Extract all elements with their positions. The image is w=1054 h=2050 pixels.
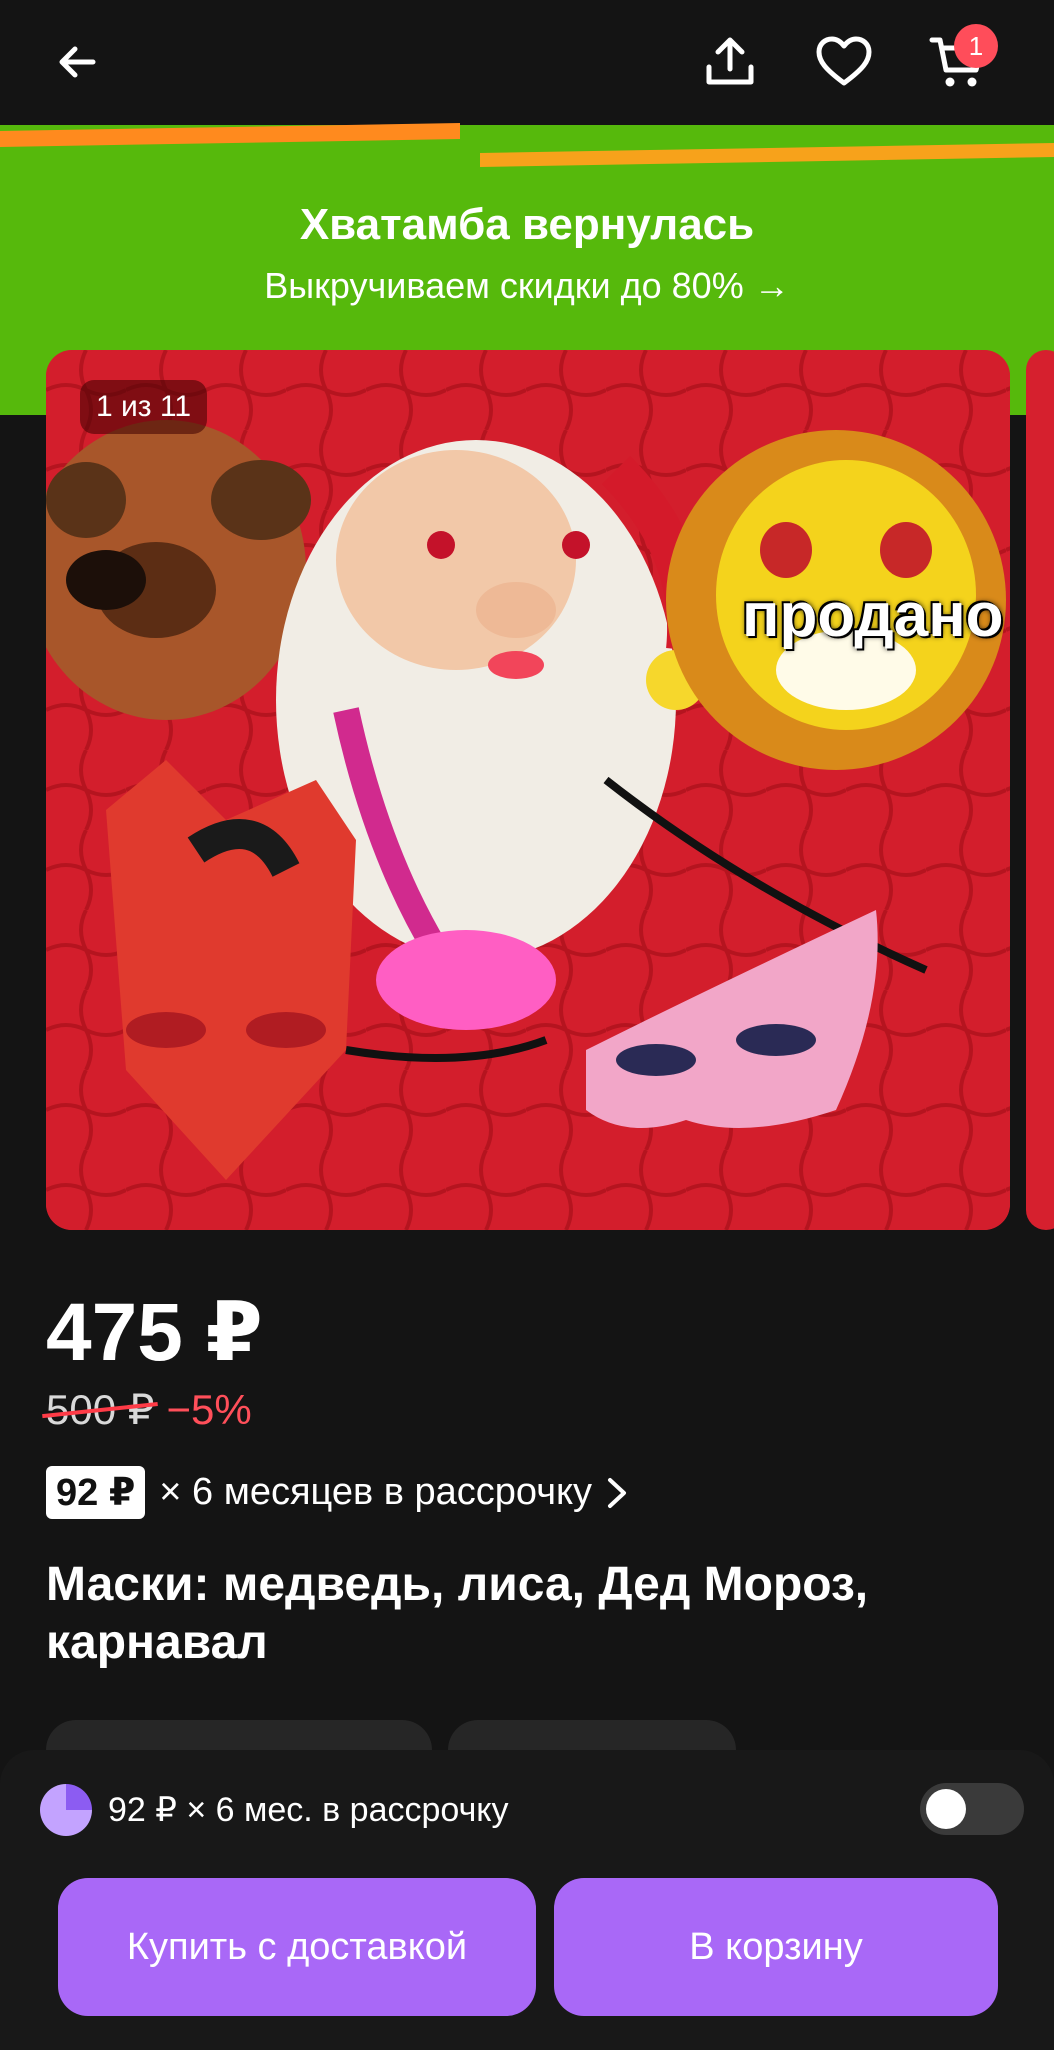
heart-icon [816, 36, 872, 86]
banner-subtitle-link[interactable]: Выкручиваем скидки до 80% → [0, 265, 1054, 307]
image-counter: 1 из 11 [80, 380, 208, 434]
banner-title: Хватамба вернулась [299, 200, 755, 249]
product-image[interactable] [46, 350, 1010, 1230]
arrow-left-icon [59, 46, 96, 78]
installment-toggle[interactable] [920, 1783, 1024, 1835]
installment-summary-text: 92 ₽ × 6 мес. в рассрочку [108, 1791, 509, 1829]
back-button[interactable] [38, 22, 118, 102]
share-icon [706, 37, 754, 85]
installment-pie-icon [40, 1784, 92, 1836]
favorite-button[interactable] [804, 22, 884, 102]
installment-link[interactable]: 92 ₽ × 6 месяцев в рассрочку [46, 1466, 632, 1519]
add-to-cart-button[interactable]: В корзину [554, 1878, 998, 2016]
next-image-peek[interactable] [1026, 350, 1054, 1230]
sold-overlay-text: продано [742, 581, 1004, 650]
buy-with-delivery-button[interactable]: Купить с доставкой [58, 1878, 536, 2016]
share-button[interactable] [690, 22, 770, 102]
product-title: Маски: медведь, лиса, Дед Мороз, карнава… [46, 1558, 869, 1669]
chevron-right-icon [608, 1477, 627, 1508]
pink-feather [376, 930, 556, 1030]
installment-text: × 6 месяцев в рассрочку [159, 1471, 593, 1513]
cart-count-badge: 1 [954, 24, 998, 68]
installment-summary-row: 92 ₽ × 6 мес. в рассрочку [40, 1778, 1020, 1842]
top-bar: 1 [0, 0, 1054, 130]
old-price-row: 500 ₽ −5% [46, 1385, 252, 1434]
installment-amount: 92 ₽ [46, 1466, 146, 1519]
discount-badge: −5% [166, 1386, 252, 1433]
toggle-knob [926, 1789, 966, 1829]
current-price: 475 ₽ [46, 1287, 263, 1378]
masks-photo [46, 350, 1010, 1230]
old-price: 500 ₽ [46, 1386, 155, 1433]
